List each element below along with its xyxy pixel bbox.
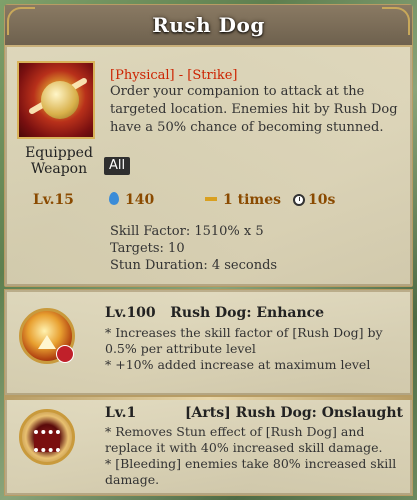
up-arrow-icon (38, 335, 56, 349)
cooldown: 10s (293, 188, 335, 212)
weapon-type-badge: All (104, 157, 130, 175)
skill-tooltip-panel: Rush Dog Equipped Weapon All [Physical] … (4, 4, 413, 287)
use-count: 1 times (205, 188, 281, 212)
rush-dog-skill-icon (17, 61, 95, 139)
skill-description: Order your companion to attack at the ta… (110, 84, 398, 135)
enhancement-1-line: * Increases the skill factor of [Rush Do… (105, 325, 383, 356)
mana-drop-icon (109, 192, 119, 205)
clock-icon (293, 194, 305, 206)
enhancement-1-description: * Increases the skill factor of [Rush Do… (105, 325, 410, 373)
skill-ball-graphic (41, 81, 79, 119)
enhancement-panel-2: Lv.1 [Arts] Rush Dog: Onslaught * Remove… (4, 396, 413, 496)
jaws-teeth-graphic (34, 430, 60, 452)
enhancement-2-line: * [Bleeding] enemies take 80% increased … (105, 456, 397, 487)
enhancement-2-level: Lv.1 (105, 405, 137, 421)
panel-divider (5, 397, 412, 400)
enhancement-panel-1: Lv.100 Rush Dog: Enhance * Increases the… (4, 289, 413, 396)
skill-tags: [Physical] - [Strike] (110, 68, 238, 83)
enhancement-1-name: Rush Dog: Enhance (170, 305, 325, 321)
enhance-arrow-icon (19, 308, 75, 364)
enhancement-2-title: Lv.1 [Arts] Rush Dog: Onslaught (105, 405, 403, 421)
enhancement-1-title: Lv.100 Rush Dog: Enhance (105, 305, 324, 321)
sword-badge-icon (56, 345, 74, 363)
use-count-value: 1 times (223, 192, 282, 208)
stun-duration: Stun Duration: 4 seconds (110, 258, 278, 273)
equipped-weapon-label: Equipped Weapon (25, 145, 93, 177)
skill-stats-row: Lv.15 140 1 times 10s (13, 188, 412, 212)
enhancement-2-description: * Removes Stun effect of [Rush Dog] and … (105, 424, 410, 488)
cooldown-value: 10s (308, 192, 336, 208)
enhancement-2-line: * Removes Stun effect of [Rush Dog] and … (105, 424, 383, 455)
title-bar: Rush Dog (5, 5, 412, 47)
enhancement-1-level: Lv.100 (105, 305, 156, 321)
skill-details: Skill Factor: 1510% x 5 Targets: 10 Stun… (110, 223, 277, 274)
enhancement-2-name: [Arts] Rush Dog: Onslaught (184, 405, 403, 421)
uses-bar-icon (205, 197, 217, 201)
enhancement-1-line: * +10% added increase at maximum level (105, 357, 371, 372)
skill-title: Rush Dog (152, 13, 265, 37)
mana-cost-value: 140 (125, 192, 155, 208)
mana-cost: 140 (109, 188, 154, 212)
skill-targets: Targets: 10 (110, 241, 185, 256)
monster-jaws-icon (19, 409, 75, 465)
skill-level-value: Lv.15 (33, 192, 74, 208)
skill-factor: Skill Factor: 1510% x 5 (110, 224, 264, 239)
skill-level: Lv.15 (33, 188, 74, 212)
